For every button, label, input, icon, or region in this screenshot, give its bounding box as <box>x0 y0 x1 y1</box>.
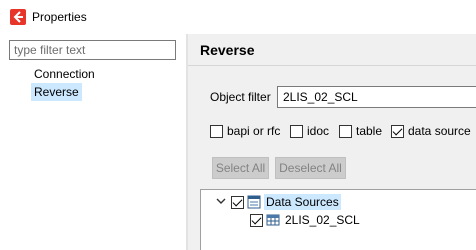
select-all-button[interactable]: Select All <box>212 157 269 179</box>
deselect-all-button[interactable]: Deselect All <box>275 157 346 179</box>
page-title: Reverse <box>200 42 255 58</box>
checkbox-box[interactable] <box>290 124 303 138</box>
table-icon <box>266 214 280 226</box>
object-tree: Data Sources 2LIS_02_SCL <box>200 189 476 250</box>
object-filter-input[interactable] <box>277 86 476 108</box>
right-panel: Reverse Object filter bapi or rfc idoc t… <box>188 34 476 250</box>
bapi-or-rfc-checkbox[interactable]: bapi or rfc <box>210 124 280 138</box>
checkbox-label: idoc <box>307 124 330 138</box>
tree-node-2lis-02-scl[interactable]: 2LIS_02_SCL <box>250 211 362 229</box>
data-sources-icon <box>247 195 261 209</box>
page-header: Reverse <box>188 34 476 66</box>
window-titlebar: Properties <box>0 0 476 34</box>
tree-checkbox-checked[interactable] <box>231 195 244 209</box>
tree-node-data-sources[interactable]: Data Sources <box>231 193 341 211</box>
left-panel: Connection Reverse <box>0 34 186 250</box>
checkbox-box-checked[interactable] <box>391 124 404 138</box>
filter-input[interactable] <box>9 40 176 60</box>
chevron-down-icon[interactable] <box>216 196 226 206</box>
checkbox-label: data source <box>408 124 471 138</box>
nav-item-connection[interactable]: Connection <box>31 65 98 83</box>
nav-item-reverse[interactable]: Reverse <box>31 83 82 101</box>
table-checkbox[interactable]: table <box>339 124 382 138</box>
window-title: Properties <box>32 10 87 24</box>
tree-checkbox-checked[interactable] <box>250 213 263 227</box>
checkbox-label: table <box>356 124 383 138</box>
object-filter-label: Object filter <box>210 90 271 104</box>
checkbox-box[interactable] <box>210 124 223 138</box>
tree-node-label: Data Sources <box>264 194 341 210</box>
checkbox-box[interactable] <box>339 124 352 138</box>
app-icon <box>10 9 26 25</box>
idoc-checkbox[interactable]: idoc <box>290 124 329 138</box>
checkbox-label: bapi or rfc <box>227 124 281 138</box>
tree-node-label: 2LIS_02_SCL <box>285 213 360 227</box>
data-source-checkbox[interactable]: data source <box>391 124 471 138</box>
